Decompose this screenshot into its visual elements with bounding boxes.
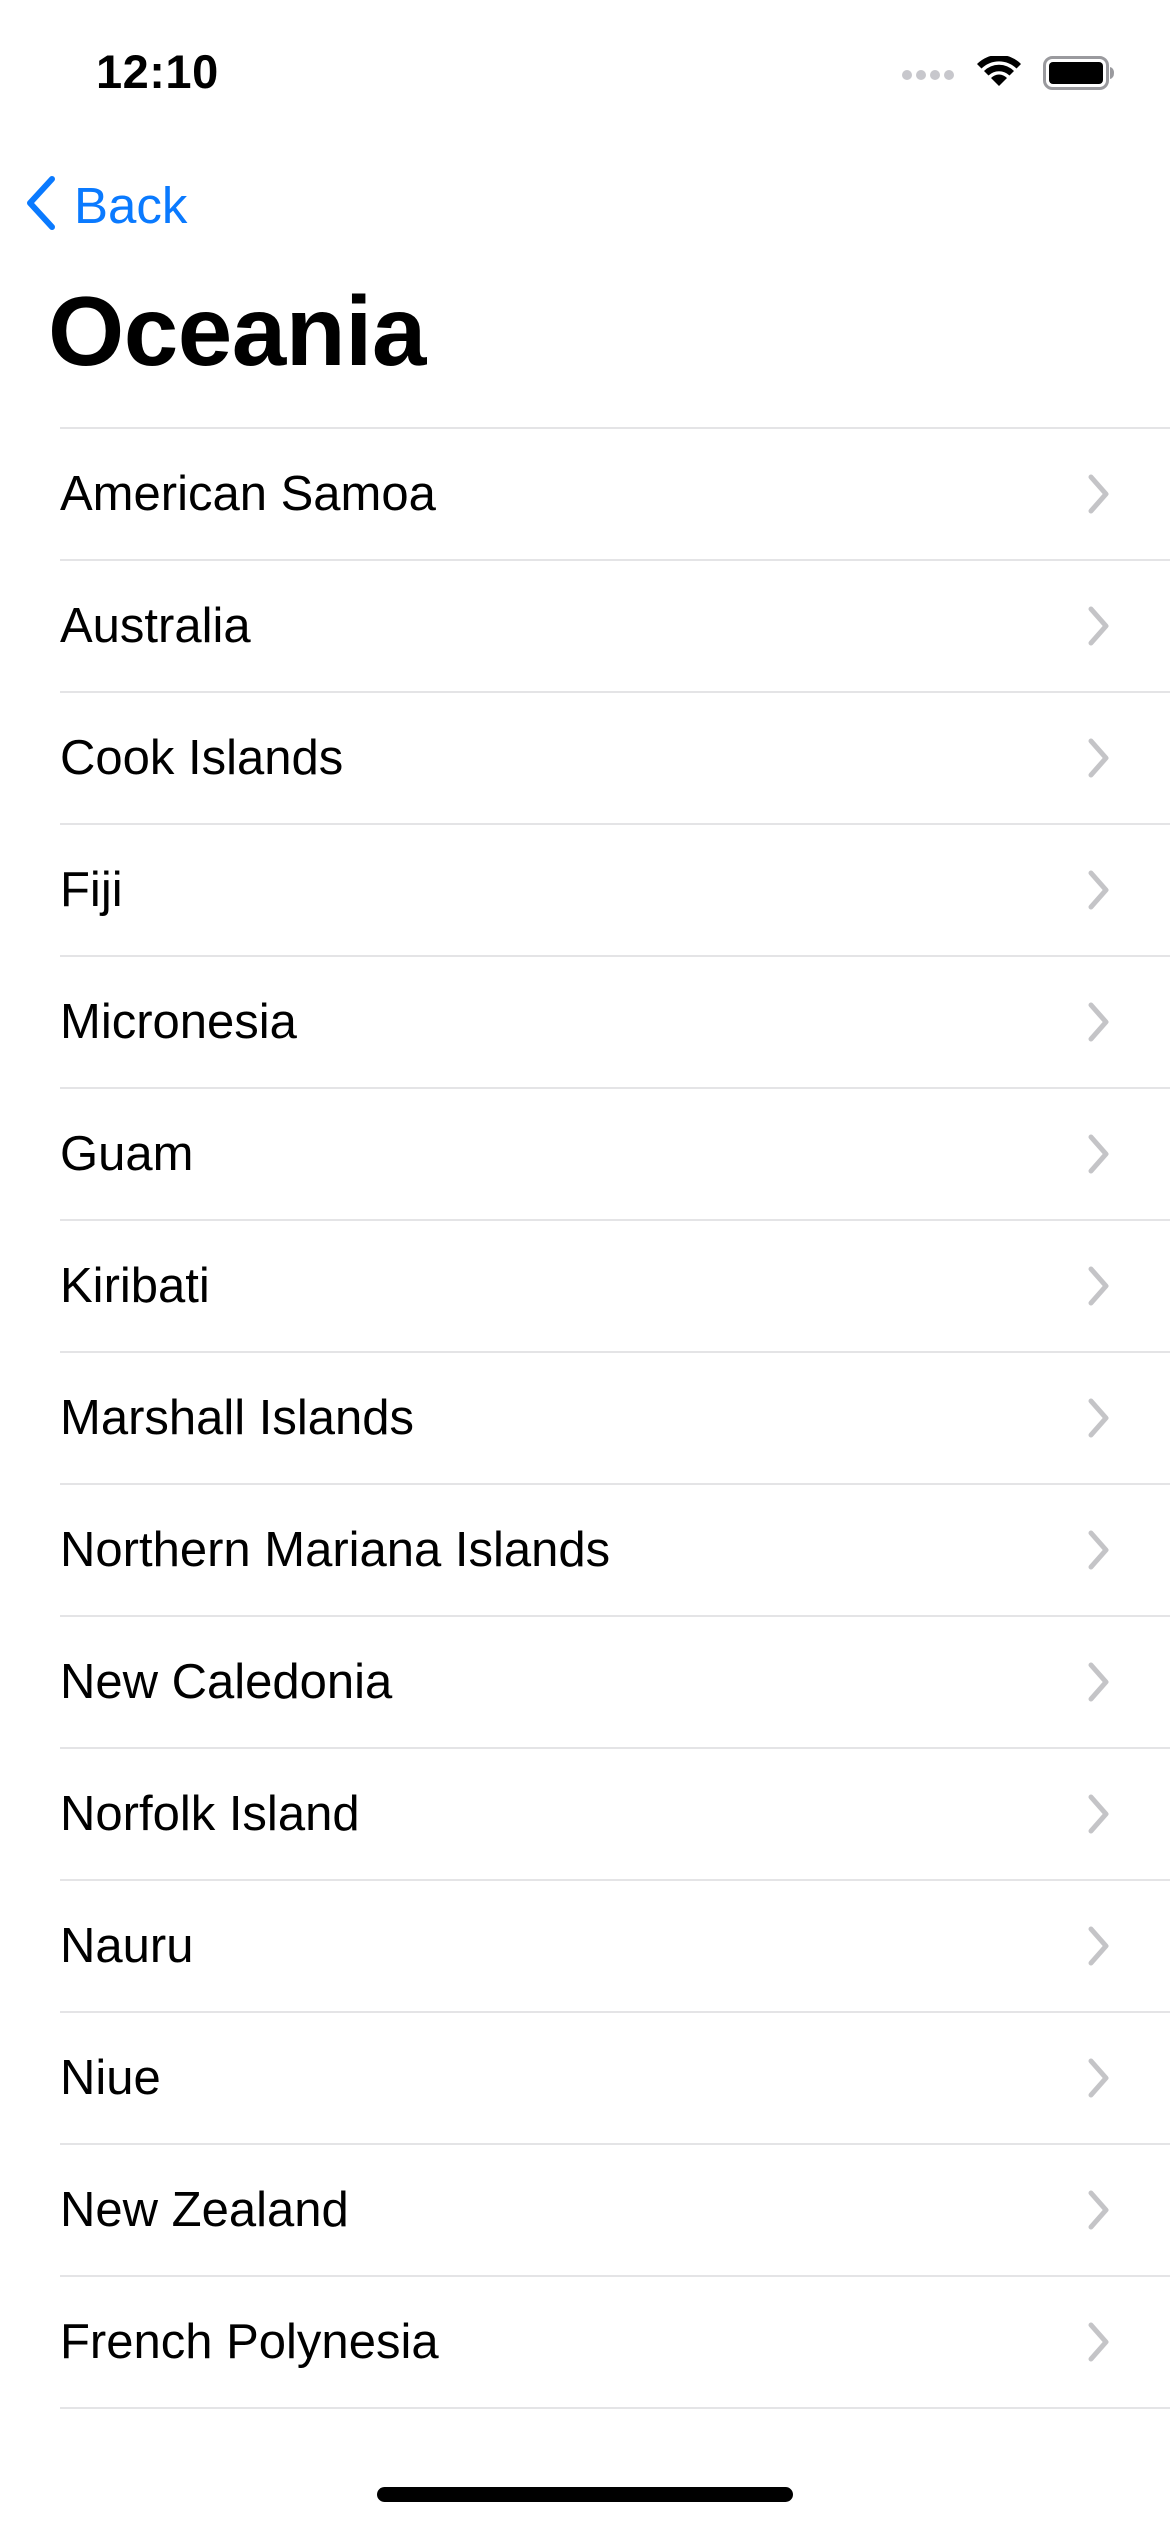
chevron-left-icon	[24, 175, 58, 236]
chevron-right-icon	[1088, 1134, 1109, 1174]
list-item[interactable]: Niue	[60, 2013, 1170, 2145]
list-item-label: Fiji	[60, 863, 123, 917]
back-button[interactable]: Back	[24, 170, 187, 240]
list-item-label: Niue	[60, 2051, 161, 2105]
list-item[interactable]: New Zealand	[60, 2145, 1170, 2277]
list-item[interactable]: Marshall Islands	[60, 1353, 1170, 1485]
chevron-right-icon	[1088, 1662, 1109, 1702]
list-item-label: Guam	[60, 1127, 194, 1181]
page-title: Oceania	[48, 276, 426, 386]
list-item[interactable]: Cook Islands	[60, 693, 1170, 825]
navigation-bar: Back	[0, 160, 1170, 250]
chevron-right-icon	[1088, 738, 1109, 778]
chevron-right-icon	[1088, 1002, 1109, 1042]
chevron-right-icon	[1088, 1266, 1109, 1306]
list-item[interactable]: Nauru	[60, 1881, 1170, 2013]
list-item-label: New Zealand	[60, 2183, 349, 2237]
chevron-right-icon	[1088, 2190, 1109, 2230]
cellular-signal-icon	[901, 65, 955, 86]
list-item-label: French Polynesia	[60, 2315, 439, 2369]
list-item[interactable]: Guam	[60, 1089, 1170, 1221]
list-item[interactable]: French Polynesia	[60, 2277, 1170, 2409]
list-item-label: Marshall Islands	[60, 1391, 415, 1445]
status-time: 12:10	[96, 45, 219, 98]
chevron-right-icon	[1088, 1398, 1109, 1438]
list-item-label: Norfolk Island	[60, 1787, 360, 1841]
list-item-label: Micronesia	[60, 995, 297, 1049]
chevron-right-icon	[1088, 1794, 1109, 1834]
chevron-right-icon	[1088, 1926, 1109, 1966]
list-item-label: Northern Mariana Islands	[60, 1523, 611, 1577]
list-item[interactable]: Kiribati	[60, 1221, 1170, 1353]
list-item[interactable]: Fiji	[60, 825, 1170, 957]
chevron-right-icon	[1088, 1530, 1109, 1570]
chevron-right-icon	[1088, 870, 1109, 910]
battery-icon	[1043, 55, 1115, 95]
list-item-label: Australia	[60, 599, 251, 653]
list-item-label: Nauru	[60, 1919, 194, 1973]
list-item[interactable]: Micronesia	[60, 957, 1170, 1089]
home-indicator	[377, 2487, 793, 2502]
list-item-label: New Caledonia	[60, 1655, 393, 1709]
chevron-right-icon	[1088, 606, 1109, 646]
chevron-right-icon	[1088, 2058, 1109, 2098]
list-item[interactable]: American Samoa	[60, 429, 1170, 561]
wifi-icon	[977, 54, 1021, 95]
chevron-right-icon	[1088, 2322, 1109, 2362]
list-item-label: American Samoa	[60, 467, 436, 521]
list-item[interactable]: New Caledonia	[60, 1617, 1170, 1749]
back-label: Back	[74, 176, 188, 234]
status-icons	[901, 50, 1115, 100]
chevron-right-icon	[1088, 474, 1109, 514]
list-item[interactable]: Norfolk Island	[60, 1749, 1170, 1881]
list-item[interactable]: Australia	[60, 561, 1170, 693]
list-item-label: Kiribati	[60, 1259, 210, 1313]
status-bar: 12:10	[0, 0, 1170, 140]
list-item-label: Cook Islands	[60, 731, 344, 785]
list-item[interactable]: Northern Mariana Islands	[60, 1485, 1170, 1617]
